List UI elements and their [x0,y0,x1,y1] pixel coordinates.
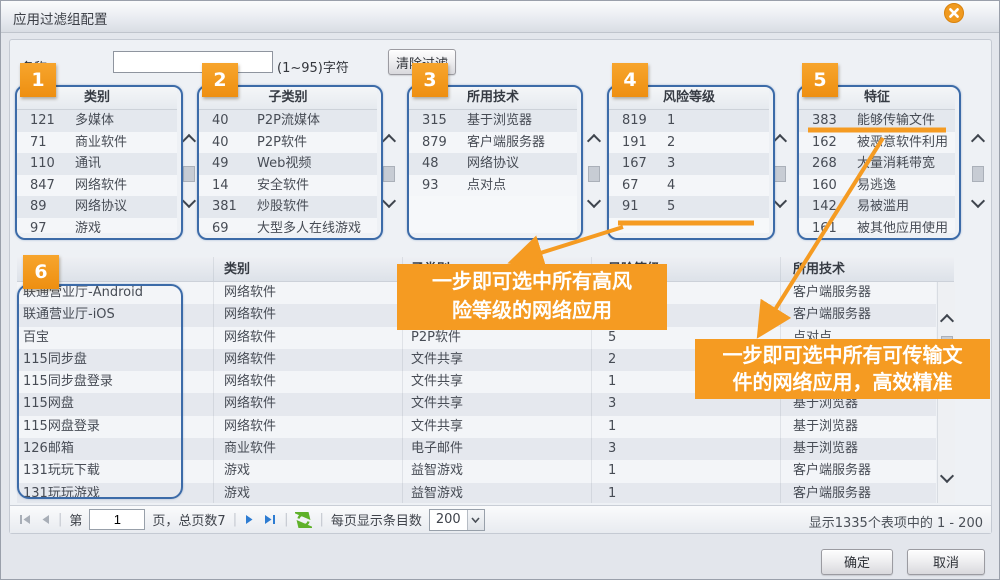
list-item[interactable]: 879客户端服务器 [409,132,577,154]
table-row[interactable]: 126邮箱商业软件电子邮件3基于浏览器 [17,438,936,460]
list-item[interactable]: 93点对点 [409,175,577,197]
per-page-select[interactable]: 200 [429,509,485,531]
scroll-thumb[interactable] [774,166,786,182]
list-item[interactable]: 49Web视频 [199,153,377,175]
category-scrollbar[interactable] [180,110,196,234]
list-risk-level: 风险等级 8191 1912 1673 674 915 [609,87,769,233]
technology-scrollbar[interactable] [585,110,601,234]
step-badge-5: 5 [802,63,838,97]
risk-level-scrollbar[interactable] [771,110,787,234]
scroll-thumb[interactable] [183,166,195,182]
scroll-down-icon[interactable] [382,194,396,208]
page-number-input[interactable] [89,509,145,530]
page-total-label: 页，总页数7 [152,510,225,529]
list-item[interactable]: 71商业软件 [17,132,177,154]
list-item[interactable]: 1673 [609,153,769,175]
scroll-up-icon[interactable] [773,134,787,148]
list-item[interactable]: 383能够传输文件 [799,110,955,132]
table-row[interactable]: 131玩玩下载游戏益智游戏1客户端服务器 [17,460,936,482]
list-item[interactable]: 915 [609,196,769,218]
chevron-down-icon [467,510,484,530]
subcategory-scrollbar[interactable] [380,110,396,234]
prev-page-icon[interactable] [39,513,51,526]
table-row[interactable]: 131玩玩游戏游戏益智游戏1客户端服务器 [17,483,936,503]
list-item[interactable]: 315基于浏览器 [409,110,577,132]
scroll-thumb[interactable] [383,166,395,182]
cancel-button[interactable]: 取消 [907,549,985,575]
step-badge-4: 4 [612,63,648,97]
step-badge-1: 1 [20,63,56,97]
refresh-icon[interactable] [295,512,312,528]
dialog-title: 应用过滤组配置 [13,8,108,28]
callout-file-transfer: 一步即可选中所有可传输文 件的网络应用，高效精准 [695,339,990,399]
feature-scrollbar[interactable] [969,110,985,234]
step-badge-3: 3 [412,63,448,97]
list-item[interactable]: 89网络协议 [17,196,177,218]
close-icon[interactable] [943,2,965,24]
scroll-up-icon[interactable] [182,134,196,148]
scroll-down-icon[interactable] [940,469,954,483]
name-input[interactable] [113,51,273,73]
scroll-down-icon[interactable] [773,194,787,208]
list-item[interactable]: 40P2P流媒体 [199,110,377,132]
list-item[interactable]: 162被恶意软件利用 [799,132,955,154]
next-page-icon[interactable] [244,513,256,526]
last-page-icon[interactable] [263,513,277,526]
list-subcategory: 子类别 40P2P流媒体 40P2P软件 49Web视频 14安全软件 381炒… [199,87,377,233]
list-item[interactable]: 110通讯 [17,153,177,175]
list-item[interactable]: 48网络协议 [409,153,577,175]
callout-risk-selection: 一步即可选中所有高风 险等级的网络应用 [397,264,667,330]
list-item[interactable]: 161被其他应用使用 [799,218,955,234]
scroll-down-icon[interactable] [182,194,196,208]
step-badge-2: 2 [202,63,238,97]
list-item[interactable]: 381炒股软件 [199,196,377,218]
list-item[interactable]: 40P2P软件 [199,132,377,154]
page-prefix: 第 [69,510,82,529]
scroll-up-icon[interactable] [587,134,601,148]
list-item[interactable]: 268大量消耗带宽 [799,153,955,175]
list-item[interactable]: 160易逃逸 [799,175,955,197]
column-header-category: 类别 [213,257,402,281]
scroll-down-icon[interactable] [971,194,985,208]
list-item[interactable]: 69大型多人在线游戏 [199,218,377,234]
table-row[interactable]: 115网盘登录网络软件文件共享1基于浏览器 [17,416,936,438]
list-item[interactable]: 121多媒体 [17,110,177,132]
list-item[interactable]: 847网络软件 [17,175,177,197]
list-category: 类别 121多媒体 71商业软件 110通讯 847网络软件 89网络协议 97… [17,87,177,233]
scroll-down-icon[interactable] [587,194,601,208]
entries-summary: 显示1335个表项中的 1 - 200 [809,512,983,531]
per-page-label: 每页显示条目数 [331,510,422,529]
scroll-up-icon[interactable] [940,314,954,328]
title-bar: 应用过滤组配置 [1,1,999,33]
scroll-up-icon[interactable] [382,134,396,148]
first-page-icon[interactable] [18,513,32,526]
scroll-thumb[interactable] [588,166,600,182]
step-badge-6: 6 [23,255,59,289]
per-page-value: 200 [430,512,467,527]
ok-button[interactable]: 确定 [821,549,893,575]
list-technology: 所用技术 315基于浏览器 879客户端服务器 48网络协议 93点对点 [409,87,577,233]
scroll-up-icon[interactable] [971,134,985,148]
list-item[interactable]: 97游戏 [17,218,177,234]
list-item[interactable]: 14安全软件 [199,175,377,197]
scroll-thumb[interactable] [972,166,984,182]
list-feature: 特征 383能够传输文件 162被恶意软件利用 268大量消耗带宽 160易逃逸… [799,87,955,233]
name-length-hint: (1~95)字符 [277,57,349,76]
list-item[interactable]: 674 [609,175,769,197]
list-item[interactable]: 142易被滥用 [799,196,955,218]
app-filter-group-dialog: 应用过滤组配置 名称: (1~95)字符 清除过滤 类别 121多媒体 71商业… [0,0,1000,580]
list-item[interactable]: 1912 [609,132,769,154]
column-header-technology: 所用技术 [780,257,954,281]
list-item[interactable]: 8191 [609,110,769,132]
